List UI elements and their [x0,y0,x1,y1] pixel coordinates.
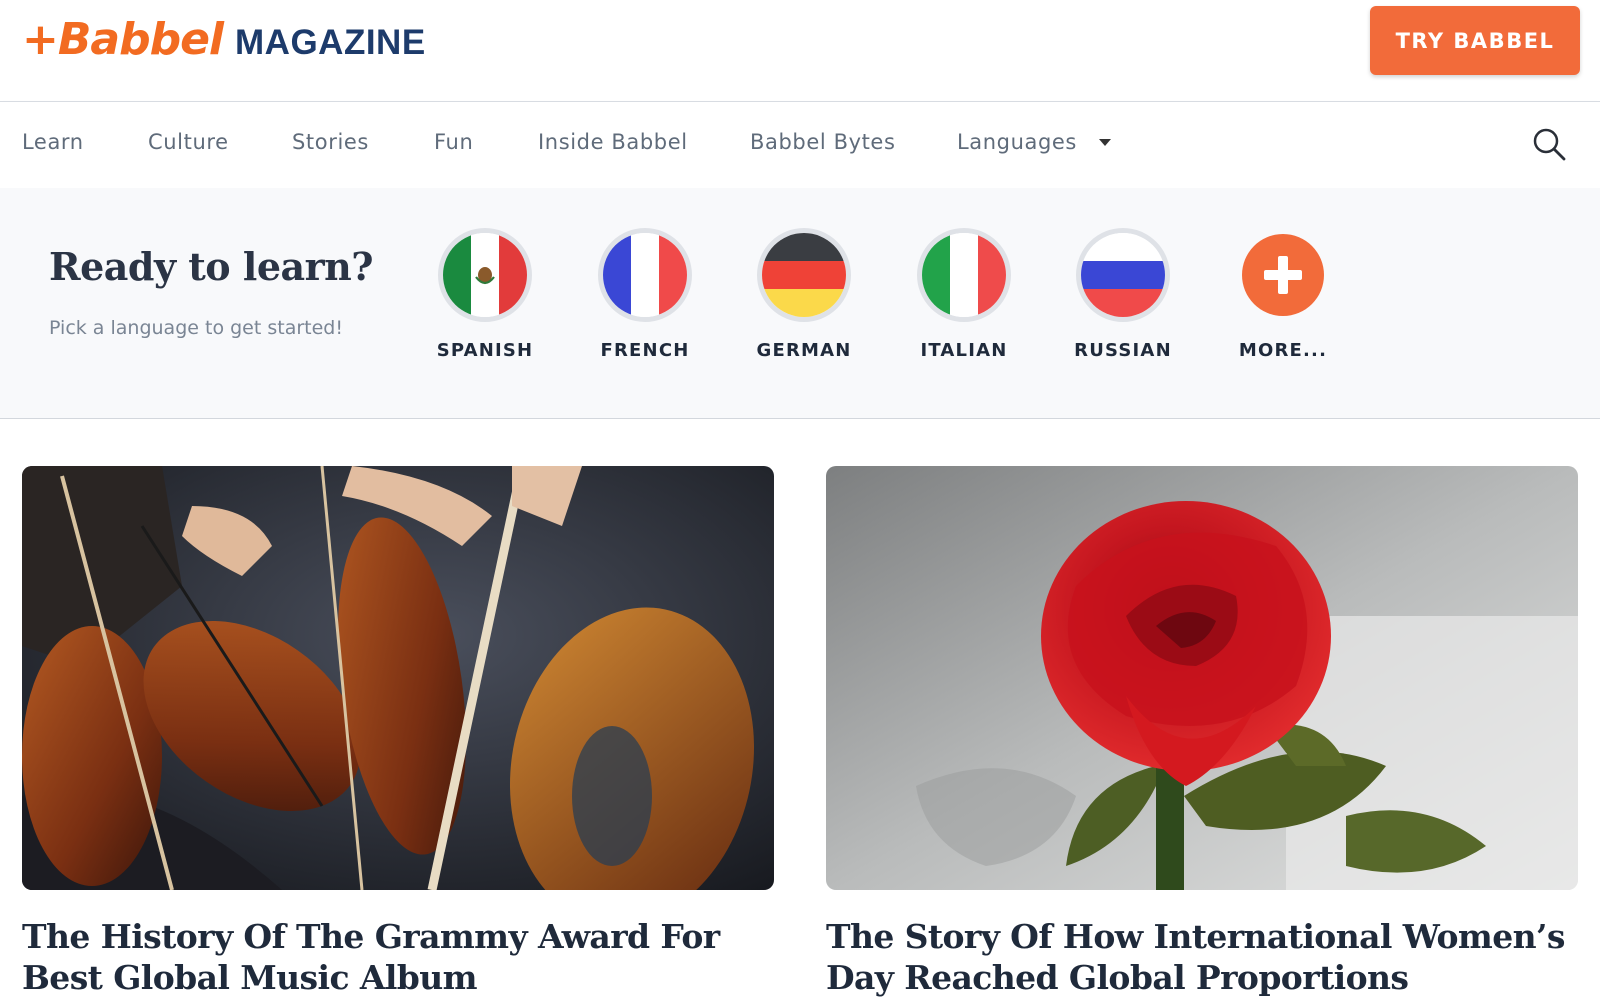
magazine-logo-text: MAGAZINE [235,23,426,62]
nav-item-babbel-bytes[interactable]: Babbel Bytes [750,130,896,154]
nav-item-culture[interactable]: Culture [148,130,229,154]
mexico-flag-icon [438,228,532,322]
picker-title: Ready to learn? [49,244,374,289]
language-italian[interactable]: ITALIAN [894,228,1034,361]
language-more[interactable]: MORE... [1213,228,1353,361]
language-label: FRENCH [600,340,690,361]
language-french[interactable]: FRENCH [575,228,715,361]
nav-item-stories[interactable]: Stories [292,130,369,154]
language-label: ITALIAN [920,340,1008,361]
violins-image[interactable] [22,466,774,890]
france-flag-icon [598,228,692,322]
article-card[interactable]: The Story Of How International Women’s D… [826,466,1578,998]
babbel-logo-text: +Babbel [22,14,224,65]
plus-icon [1242,234,1324,316]
article-card[interactable]: The History Of The Grammy Award For Best… [22,466,774,998]
nav-item-inside-babbel[interactable]: Inside Babbel [538,130,688,154]
language-russian[interactable]: RUSSIAN [1053,228,1193,361]
picker-subtitle: Pick a language to get started! [49,317,343,339]
site-header: +Babbel MAGAZINE TRY BABBEL [0,0,1600,102]
nav-item-fun[interactable]: Fun [434,130,473,154]
language-picker: Ready to learn? Pick a language to get s… [0,188,1600,419]
nav-item-languages[interactable]: Languages [957,130,1077,154]
babbel-magazine-logo[interactable]: +Babbel MAGAZINE [22,18,426,65]
main-nav: Learn Culture Stories Fun Inside Babbel … [0,102,1600,188]
article-title[interactable]: The History Of The Grammy Award For Best… [22,916,774,998]
germany-flag-icon [757,228,851,322]
language-german[interactable]: GERMAN [734,228,874,361]
try-babbel-button[interactable]: TRY BABBEL [1370,6,1580,75]
language-label: SPANISH [436,340,534,361]
language-label: MORE... [1238,340,1328,361]
search-icon[interactable] [1532,127,1566,161]
italy-flag-icon [917,228,1011,322]
nav-item-learn[interactable]: Learn [22,130,84,154]
russia-flag-icon [1076,228,1170,322]
languages-dropdown-caret-icon[interactable] [1099,139,1111,146]
language-label: GERMAN [756,340,852,361]
red-rose-image[interactable] [826,466,1578,890]
language-label: RUSSIAN [1074,340,1172,361]
language-spanish[interactable]: SPANISH [415,228,555,361]
article-title[interactable]: The Story Of How International Women’s D… [826,916,1578,998]
